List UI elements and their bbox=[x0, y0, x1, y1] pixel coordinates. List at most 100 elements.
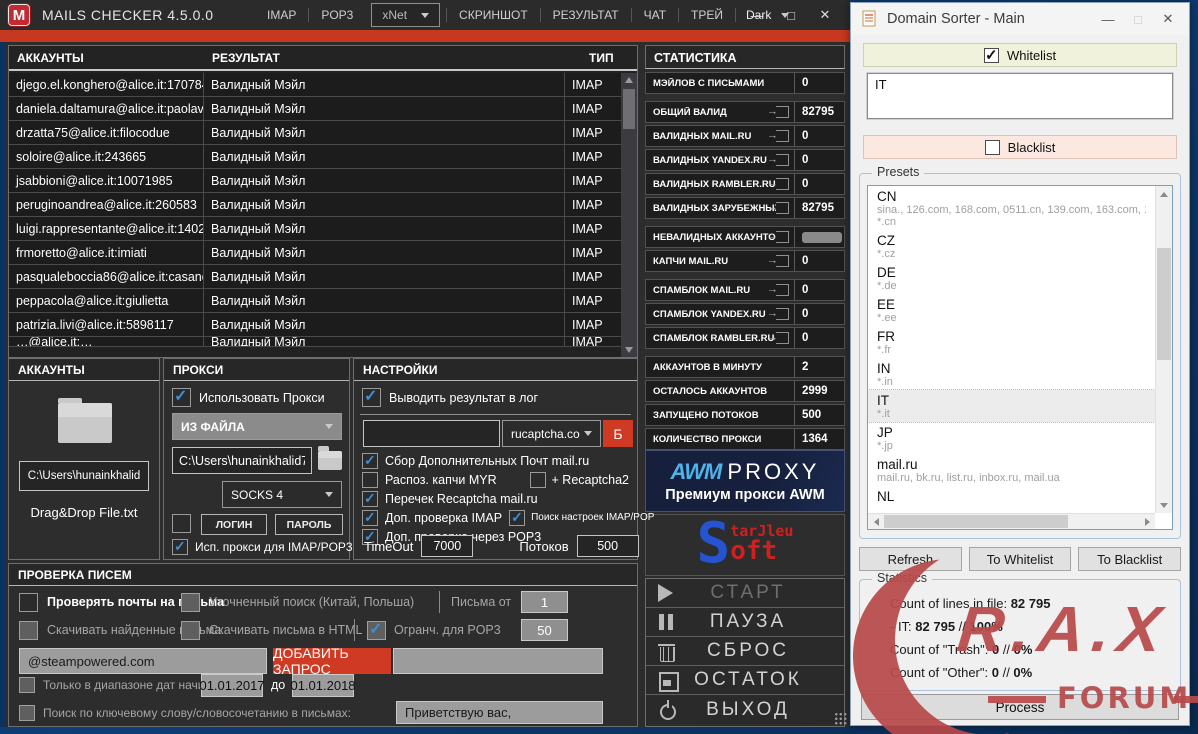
table-row[interactable]: …@alice.it:… Валидный Мэйл IMAP bbox=[9, 337, 621, 347]
scroll-up-icon[interactable] bbox=[1156, 188, 1172, 200]
table-row[interactable]: soloire@alice.it:243665 Валидный Мэйл IM… bbox=[9, 145, 621, 169]
folder-icon[interactable] bbox=[318, 446, 342, 470]
to-blacklist-button[interactable]: To Blacklist bbox=[1078, 547, 1182, 571]
export-arrow-icon[interactable] bbox=[776, 106, 789, 118]
menu-pop3[interactable]: POP3 bbox=[308, 8, 365, 22]
column-header-type[interactable]: ТИП bbox=[581, 46, 637, 69]
accounts-file-path[interactable]: C:\Users\hunainkhalid bbox=[19, 461, 149, 491]
scroll-right-icon[interactable] bbox=[1141, 514, 1153, 529]
check-mail-checkbox[interactable] bbox=[19, 593, 38, 612]
table-row[interactable]: daniela.daltamura@alice.it:paolavale Вал… bbox=[9, 97, 621, 121]
scroll-left-icon[interactable] bbox=[870, 514, 882, 529]
table-row[interactable]: drzatta75@alice.it:filocodue Валидный Мэ… bbox=[9, 121, 621, 145]
menu-result[interactable]: РЕЗУЛЬТАТ bbox=[539, 8, 631, 22]
xnet-dropdown[interactable]: xNet bbox=[371, 3, 441, 27]
export-arrow-icon[interactable] bbox=[776, 178, 789, 190]
table-row[interactable]: patrizia.livi@alice.it:5898117 Валидный … bbox=[9, 313, 621, 337]
export-arrow-icon[interactable] bbox=[776, 202, 789, 214]
table-row[interactable]: djego.el.konghero@alice.it:170784 Валидн… bbox=[9, 73, 621, 97]
table-row[interactable]: frmoretto@alice.it:imiati Валидный Мэйл … bbox=[9, 241, 621, 265]
preset-item[interactable]: CN sina., 126.com, 168.com, 0511.cn, 139… bbox=[868, 186, 1155, 230]
export-arrow-icon[interactable] bbox=[776, 231, 789, 243]
scrollbar-thumb[interactable] bbox=[884, 515, 1068, 528]
whitelist-textarea[interactable]: IT bbox=[866, 72, 1174, 120]
whitelist-checkbox[interactable] bbox=[983, 46, 999, 64]
column-header-accounts[interactable]: АККАУНТЫ bbox=[9, 46, 204, 69]
captcha-key-input[interactable] bbox=[363, 420, 500, 447]
refresh-button[interactable]: Refresh bbox=[859, 547, 962, 571]
settings-checkbox[interactable] bbox=[362, 490, 378, 507]
close-button[interactable]: ✕ bbox=[1153, 11, 1183, 27]
pop3-limit-value[interactable]: 50 bbox=[521, 619, 568, 641]
maximize-button[interactable]: □ bbox=[1123, 12, 1153, 27]
minimize-button[interactable]: — bbox=[1093, 12, 1123, 27]
scroll-down-icon[interactable] bbox=[1156, 499, 1172, 511]
table-scrollbar[interactable] bbox=[621, 73, 637, 357]
date-to-value[interactable]: 01.01.2018 bbox=[290, 674, 356, 697]
scroll-up-icon[interactable] bbox=[621, 73, 637, 87]
awm-proxy-banner[interactable]: AWM PROXY Премиум прокси AWM bbox=[645, 450, 845, 512]
refined-search-checkbox[interactable] bbox=[181, 593, 200, 612]
preset-item[interactable]: EE *.ee bbox=[868, 294, 1155, 326]
menu-imap[interactable]: IMAP bbox=[255, 8, 308, 22]
login-button[interactable]: ЛОГИН bbox=[201, 514, 267, 535]
timeout-input[interactable] bbox=[421, 535, 474, 557]
threads-input[interactable] bbox=[576, 535, 639, 557]
action-button[interactable]: ОСТАТОК bbox=[646, 666, 844, 695]
add-query-button[interactable]: ДОБАВИТЬ ЗАПРОС bbox=[273, 645, 391, 677]
blacklist-toggle[interactable]: Blacklist bbox=[863, 135, 1177, 159]
preset-item[interactable]: CZ *.cz bbox=[868, 230, 1155, 262]
query-extra-box[interactable] bbox=[393, 648, 603, 674]
proxy-auth-checkbox[interactable] bbox=[172, 514, 191, 533]
process-button[interactable]: Process bbox=[861, 694, 1179, 720]
table-row[interactable]: pasqualeboccia86@alice.it:casanobili Вал… bbox=[9, 265, 621, 289]
log-output-checkbox[interactable] bbox=[362, 386, 381, 407]
resize-grip[interactable] bbox=[834, 712, 847, 725]
pop3-limit-checkbox[interactable] bbox=[367, 619, 386, 640]
export-arrow-icon[interactable] bbox=[776, 332, 789, 344]
whitelist-toggle[interactable]: Whitelist bbox=[863, 43, 1177, 67]
download-html-checkbox[interactable] bbox=[181, 621, 200, 640]
balance-button[interactable]: Б bbox=[603, 420, 633, 447]
export-arrow-icon[interactable] bbox=[776, 308, 789, 320]
blacklist-checkbox[interactable] bbox=[984, 139, 1000, 155]
settings-checkbox[interactable] bbox=[362, 452, 378, 469]
preset-item[interactable]: IN *.in bbox=[868, 358, 1155, 390]
scroll-down-icon[interactable] bbox=[621, 343, 637, 357]
query-input[interactable] bbox=[19, 648, 267, 674]
presets-vscrollbar[interactable] bbox=[1155, 186, 1172, 513]
maximize-button[interactable]: □ bbox=[774, 8, 808, 23]
preset-item[interactable]: mail.ru mail.ru, bk.ru, list.ru, inbox.r… bbox=[868, 454, 1155, 486]
export-arrow-icon[interactable] bbox=[776, 255, 789, 267]
column-header-result[interactable]: РЕЗУЛЬТАТ bbox=[204, 46, 581, 69]
preset-item[interactable]: FR *.fr bbox=[868, 326, 1155, 358]
date-from-value[interactable]: 01.01.2017 bbox=[199, 674, 265, 697]
captcha-service-dropdown[interactable]: rucaptcha.co bbox=[502, 420, 601, 447]
minimize-button[interactable]: — bbox=[740, 8, 774, 23]
proxy-source-dropdown[interactable]: ИЗ ФАЙЛА bbox=[172, 413, 342, 440]
action-button[interactable]: ПАУЗА bbox=[646, 608, 844, 637]
menu-chat[interactable]: ЧАТ bbox=[630, 8, 678, 22]
scrollbar-thumb[interactable] bbox=[623, 89, 635, 129]
letters-from-value[interactable]: 1 bbox=[521, 591, 568, 613]
table-row[interactable]: jsabbioni@alice.it:10071985 Валидный Мэй… bbox=[9, 169, 621, 193]
table-row[interactable]: luigi.rappresentante@alice.it:1402191 Ва… bbox=[9, 217, 621, 241]
use-proxy-checkbox[interactable] bbox=[172, 386, 191, 407]
close-button[interactable]: ✕ bbox=[808, 7, 842, 23]
export-arrow-icon[interactable] bbox=[776, 154, 789, 166]
export-arrow-icon[interactable] bbox=[776, 284, 789, 296]
proxy-imap-pop3-checkbox[interactable] bbox=[172, 538, 188, 555]
action-button[interactable]: СТАРТ bbox=[646, 579, 844, 608]
menu-screenshot[interactable]: СКРИНШОТ bbox=[446, 8, 540, 22]
presets-hscrollbar[interactable] bbox=[868, 513, 1155, 529]
proxy-type-dropdown[interactable]: SOCKS 4 bbox=[222, 481, 342, 508]
scrollbar-thumb[interactable] bbox=[1157, 248, 1171, 360]
keyword-search-checkbox[interactable] bbox=[19, 705, 35, 721]
table-row[interactable]: peruginoandrea@alice.it:260583 Валидный … bbox=[9, 193, 621, 217]
menu-tray[interactable]: ТРЕЙ bbox=[678, 8, 735, 22]
extra-checkbox[interactable] bbox=[509, 509, 526, 526]
settings-checkbox[interactable] bbox=[362, 509, 378, 526]
action-button[interactable]: ВЫХОД bbox=[646, 695, 844, 724]
preset-item[interactable]: NL bbox=[868, 486, 1155, 506]
password-button[interactable]: ПАРОЛЬ bbox=[275, 514, 343, 535]
